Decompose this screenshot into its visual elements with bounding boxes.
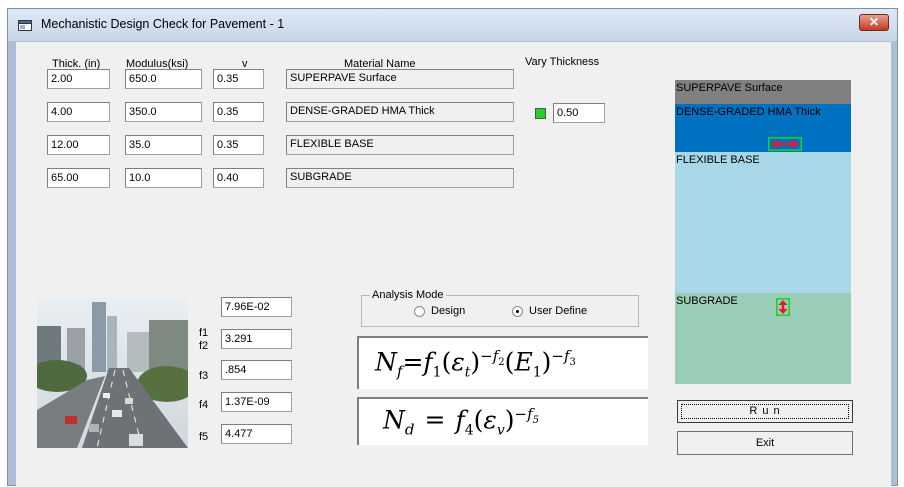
- thickness-input-3[interactable]: 12.00: [47, 135, 110, 155]
- modulus-input-4[interactable]: 10.0: [125, 168, 202, 188]
- road-photo: [37, 298, 188, 448]
- thickness-input-1[interactable]: 2.00: [47, 69, 110, 89]
- modulus-input-3[interactable]: 35.0: [125, 135, 202, 155]
- factor-label-4: f4: [199, 399, 209, 411]
- vary-thickness-input[interactable]: 0.50: [553, 103, 605, 123]
- modulus-input-2[interactable]: 350.0: [125, 102, 202, 122]
- material-name-4: SUBGRADE: [286, 168, 514, 188]
- poisson-input-1[interactable]: 0.35: [213, 69, 264, 89]
- radio-design[interactable]: Design: [414, 305, 465, 317]
- profile-layer-base[interactable]: FLEXIBLE BASE: [675, 152, 851, 293]
- profile-label-surface: SUPERPAVE Surface: [676, 82, 783, 94]
- factor-label-5: f5: [199, 431, 209, 443]
- factor-input-5[interactable]: 4.477: [221, 424, 292, 444]
- factor-input-4[interactable]: 1.37E-09: [221, 392, 292, 412]
- profile-label-base: FLEXIBLE BASE: [676, 154, 760, 166]
- factor-label-2: f2: [199, 340, 209, 352]
- factor-input-2[interactable]: 3.291: [221, 329, 292, 349]
- profile-layer-subgrade[interactable]: SUBGRADE: [675, 293, 851, 384]
- poisson-input-2[interactable]: 0.35: [213, 102, 264, 122]
- profile-label-subgrade: SUBGRADE: [676, 295, 738, 307]
- exit-button-label: Exit: [755, 437, 775, 449]
- run-button[interactable]: R u n: [677, 400, 853, 423]
- poisson-input-3[interactable]: 0.35: [213, 135, 264, 155]
- profile-layer-hma[interactable]: DENSE-GRADED HMA Thick: [675, 104, 851, 152]
- vertical-resize-handle-icon[interactable]: [776, 298, 790, 316]
- radio-user-define-label: User Define: [529, 305, 588, 317]
- radio-user-define[interactable]: User Define: [512, 305, 587, 317]
- material-name-3: FLEXIBLE BASE: [286, 135, 514, 155]
- factor-input-1[interactable]: 7.96E-02: [221, 297, 292, 317]
- modulus-input-1[interactable]: 650.0: [125, 69, 202, 89]
- exit-button[interactable]: Exit: [677, 431, 853, 455]
- material-name-2: DENSE-GRADED HMA Thick: [286, 102, 514, 122]
- radio-design-indicator: [414, 305, 425, 317]
- factor-label-1: f1: [199, 327, 209, 339]
- close-button[interactable]: ✕: [859, 14, 889, 31]
- poisson-input-4[interactable]: 0.40: [213, 168, 264, 188]
- fatigue-formula-text: Nf=f1(εt)−f2(E1)−f3: [375, 347, 576, 381]
- rutting-formula-text: Nd = f4(εv)−f5: [383, 405, 539, 439]
- run-button-label: R u n: [749, 405, 781, 417]
- header-vary-thickness: Vary Thickness: [525, 56, 600, 68]
- rutting-formula: Nd = f4(εv)−f5: [357, 397, 648, 445]
- thickness-input-4[interactable]: 65.00: [47, 168, 110, 188]
- client-area: Thick. (in) Modulus(ksi) v Material Name…: [16, 42, 891, 487]
- analysis-mode-group: Analysis Mode Design User Define: [361, 289, 639, 327]
- pavement-profile: SUPERPAVE Surface DENSE-GRADED HMA Thick…: [675, 80, 851, 384]
- window-title: Mechanistic Design Check for Pavement - …: [41, 17, 285, 31]
- thickness-input-2[interactable]: 4.00: [47, 102, 110, 122]
- vary-thickness-indicator[interactable]: [535, 108, 546, 119]
- window-icon: [18, 20, 32, 31]
- close-icon: ✕: [868, 15, 880, 29]
- radio-design-label: Design: [431, 305, 466, 317]
- profile-layer-surface[interactable]: SUPERPAVE Surface: [675, 80, 851, 104]
- material-name-1: SUPERPAVE Surface: [286, 69, 514, 89]
- title-bar[interactable]: Mechanistic Design Check for Pavement - …: [8, 9, 897, 41]
- factor-label-3: f3: [199, 370, 209, 382]
- fatigue-formula: Nf=f1(εt)−f2(E1)−f3: [357, 336, 648, 389]
- app-window: Mechanistic Design Check for Pavement - …: [7, 8, 898, 487]
- horizontal-resize-handle-icon[interactable]: [768, 137, 802, 151]
- analysis-mode-title: Analysis Mode: [370, 289, 446, 301]
- profile-label-hma: DENSE-GRADED HMA Thick: [676, 106, 821, 118]
- radio-user-define-indicator: [512, 305, 523, 317]
- factor-input-3[interactable]: .854: [221, 360, 292, 380]
